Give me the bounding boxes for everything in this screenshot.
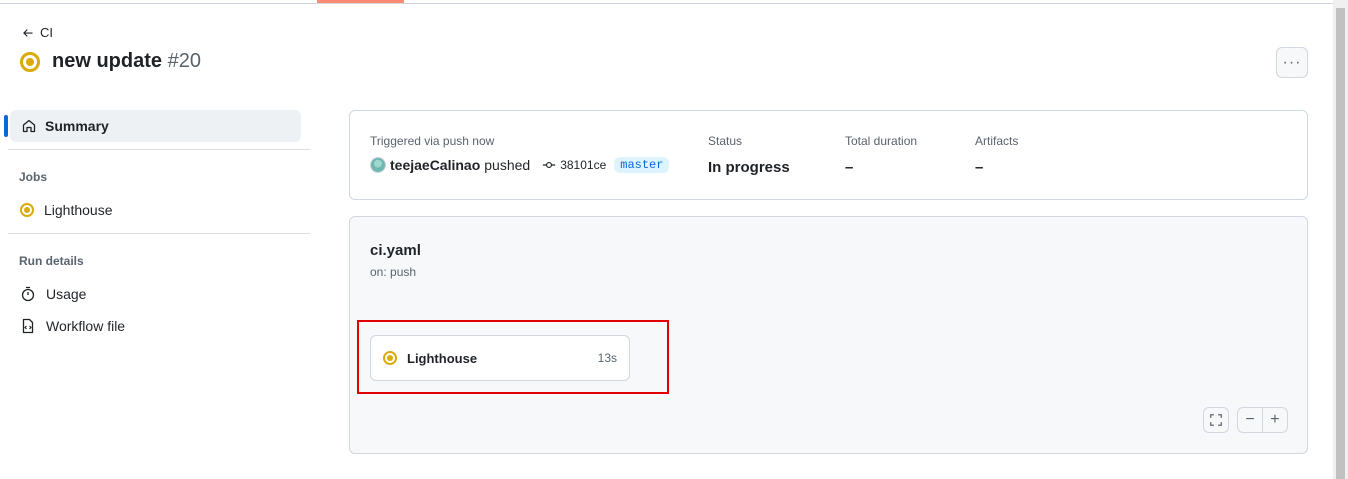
kebab-horizontal-icon: ··· (1282, 53, 1302, 71)
sidebar-item-workflow-file[interactable]: Workflow file (20, 318, 125, 334)
job-label: Lighthouse (44, 202, 113, 218)
actor-link[interactable]: teejaeCalinao (390, 157, 480, 173)
total-duration-label: Total duration (845, 134, 918, 148)
artifacts-column: Artifacts – (975, 134, 1018, 176)
in-progress-status-icon (20, 203, 34, 217)
total-duration-value: – (845, 159, 854, 176)
run-summary-card: Triggered via push now teejaeCalinao pus… (349, 110, 1308, 200)
run-title: new update #20 (52, 50, 201, 73)
active-tab-indicator (317, 0, 404, 3)
run-details-heading: Run details (19, 254, 84, 268)
artifacts-value: – (975, 159, 984, 176)
workflow-file-name: ci.yaml (370, 242, 421, 259)
workflow-trigger: on: push (370, 265, 417, 279)
back-link-label: CI (40, 25, 53, 40)
artifacts-label: Artifacts (975, 134, 1019, 148)
file-code-icon (22, 318, 34, 334)
status-label: Status (708, 134, 743, 148)
commit-sha-link[interactable]: 38101ce (560, 158, 606, 172)
sidebar-summary-label: Summary (45, 118, 109, 134)
trigger-detail: teejaeCalinao pushed 38101ce master (370, 157, 670, 173)
trigger-label: Triggered via push now (370, 134, 495, 148)
jobs-heading: Jobs (19, 170, 48, 184)
fit-to-screen-button[interactable] (1203, 407, 1229, 433)
top-nav-border (0, 0, 1333, 4)
scrollbar[interactable] (1333, 0, 1348, 479)
sidebar-item-usage[interactable]: Usage (20, 286, 86, 302)
sidebar-divider (8, 233, 310, 234)
screen-full-icon (1210, 414, 1222, 426)
run-name: new update (52, 50, 163, 72)
branch-tag[interactable]: master (614, 157, 670, 173)
avatar[interactable] (370, 157, 386, 173)
scrollbar-thumb[interactable] (1336, 8, 1345, 479)
sidebar-item-summary[interactable]: Summary (10, 110, 301, 142)
stopwatch-icon (21, 286, 35, 302)
git-commit-icon (542, 158, 556, 172)
page-title: new update #20 (20, 50, 201, 73)
trigger-column: Triggered via push now teejaeCalinao pus… (370, 134, 670, 173)
zoom-out-button[interactable]: − (1238, 411, 1262, 429)
back-to-workflow-link[interactable]: CI (22, 25, 53, 40)
run-number: #20 (167, 50, 201, 72)
sidebar-item-lighthouse-job[interactable]: Lighthouse (20, 202, 113, 218)
home-icon (22, 119, 36, 133)
highlight-box (357, 320, 669, 394)
duration-column: Total duration – (845, 134, 917, 176)
status-column: Status In progress (708, 134, 790, 176)
usage-label: Usage (46, 286, 87, 302)
more-options-button[interactable]: ··· (1276, 47, 1308, 78)
in-progress-status-icon (20, 51, 40, 72)
sidebar-divider (8, 149, 310, 150)
status-value: In progress (708, 159, 790, 176)
zoom-in-button[interactable]: + (1263, 411, 1287, 429)
arrow-left-icon (23, 28, 33, 37)
active-item-indicator (4, 115, 8, 137)
zoom-controls: − + (1237, 407, 1288, 433)
action-text: pushed (484, 157, 531, 173)
workflow-file-label: Workflow file (46, 318, 126, 334)
